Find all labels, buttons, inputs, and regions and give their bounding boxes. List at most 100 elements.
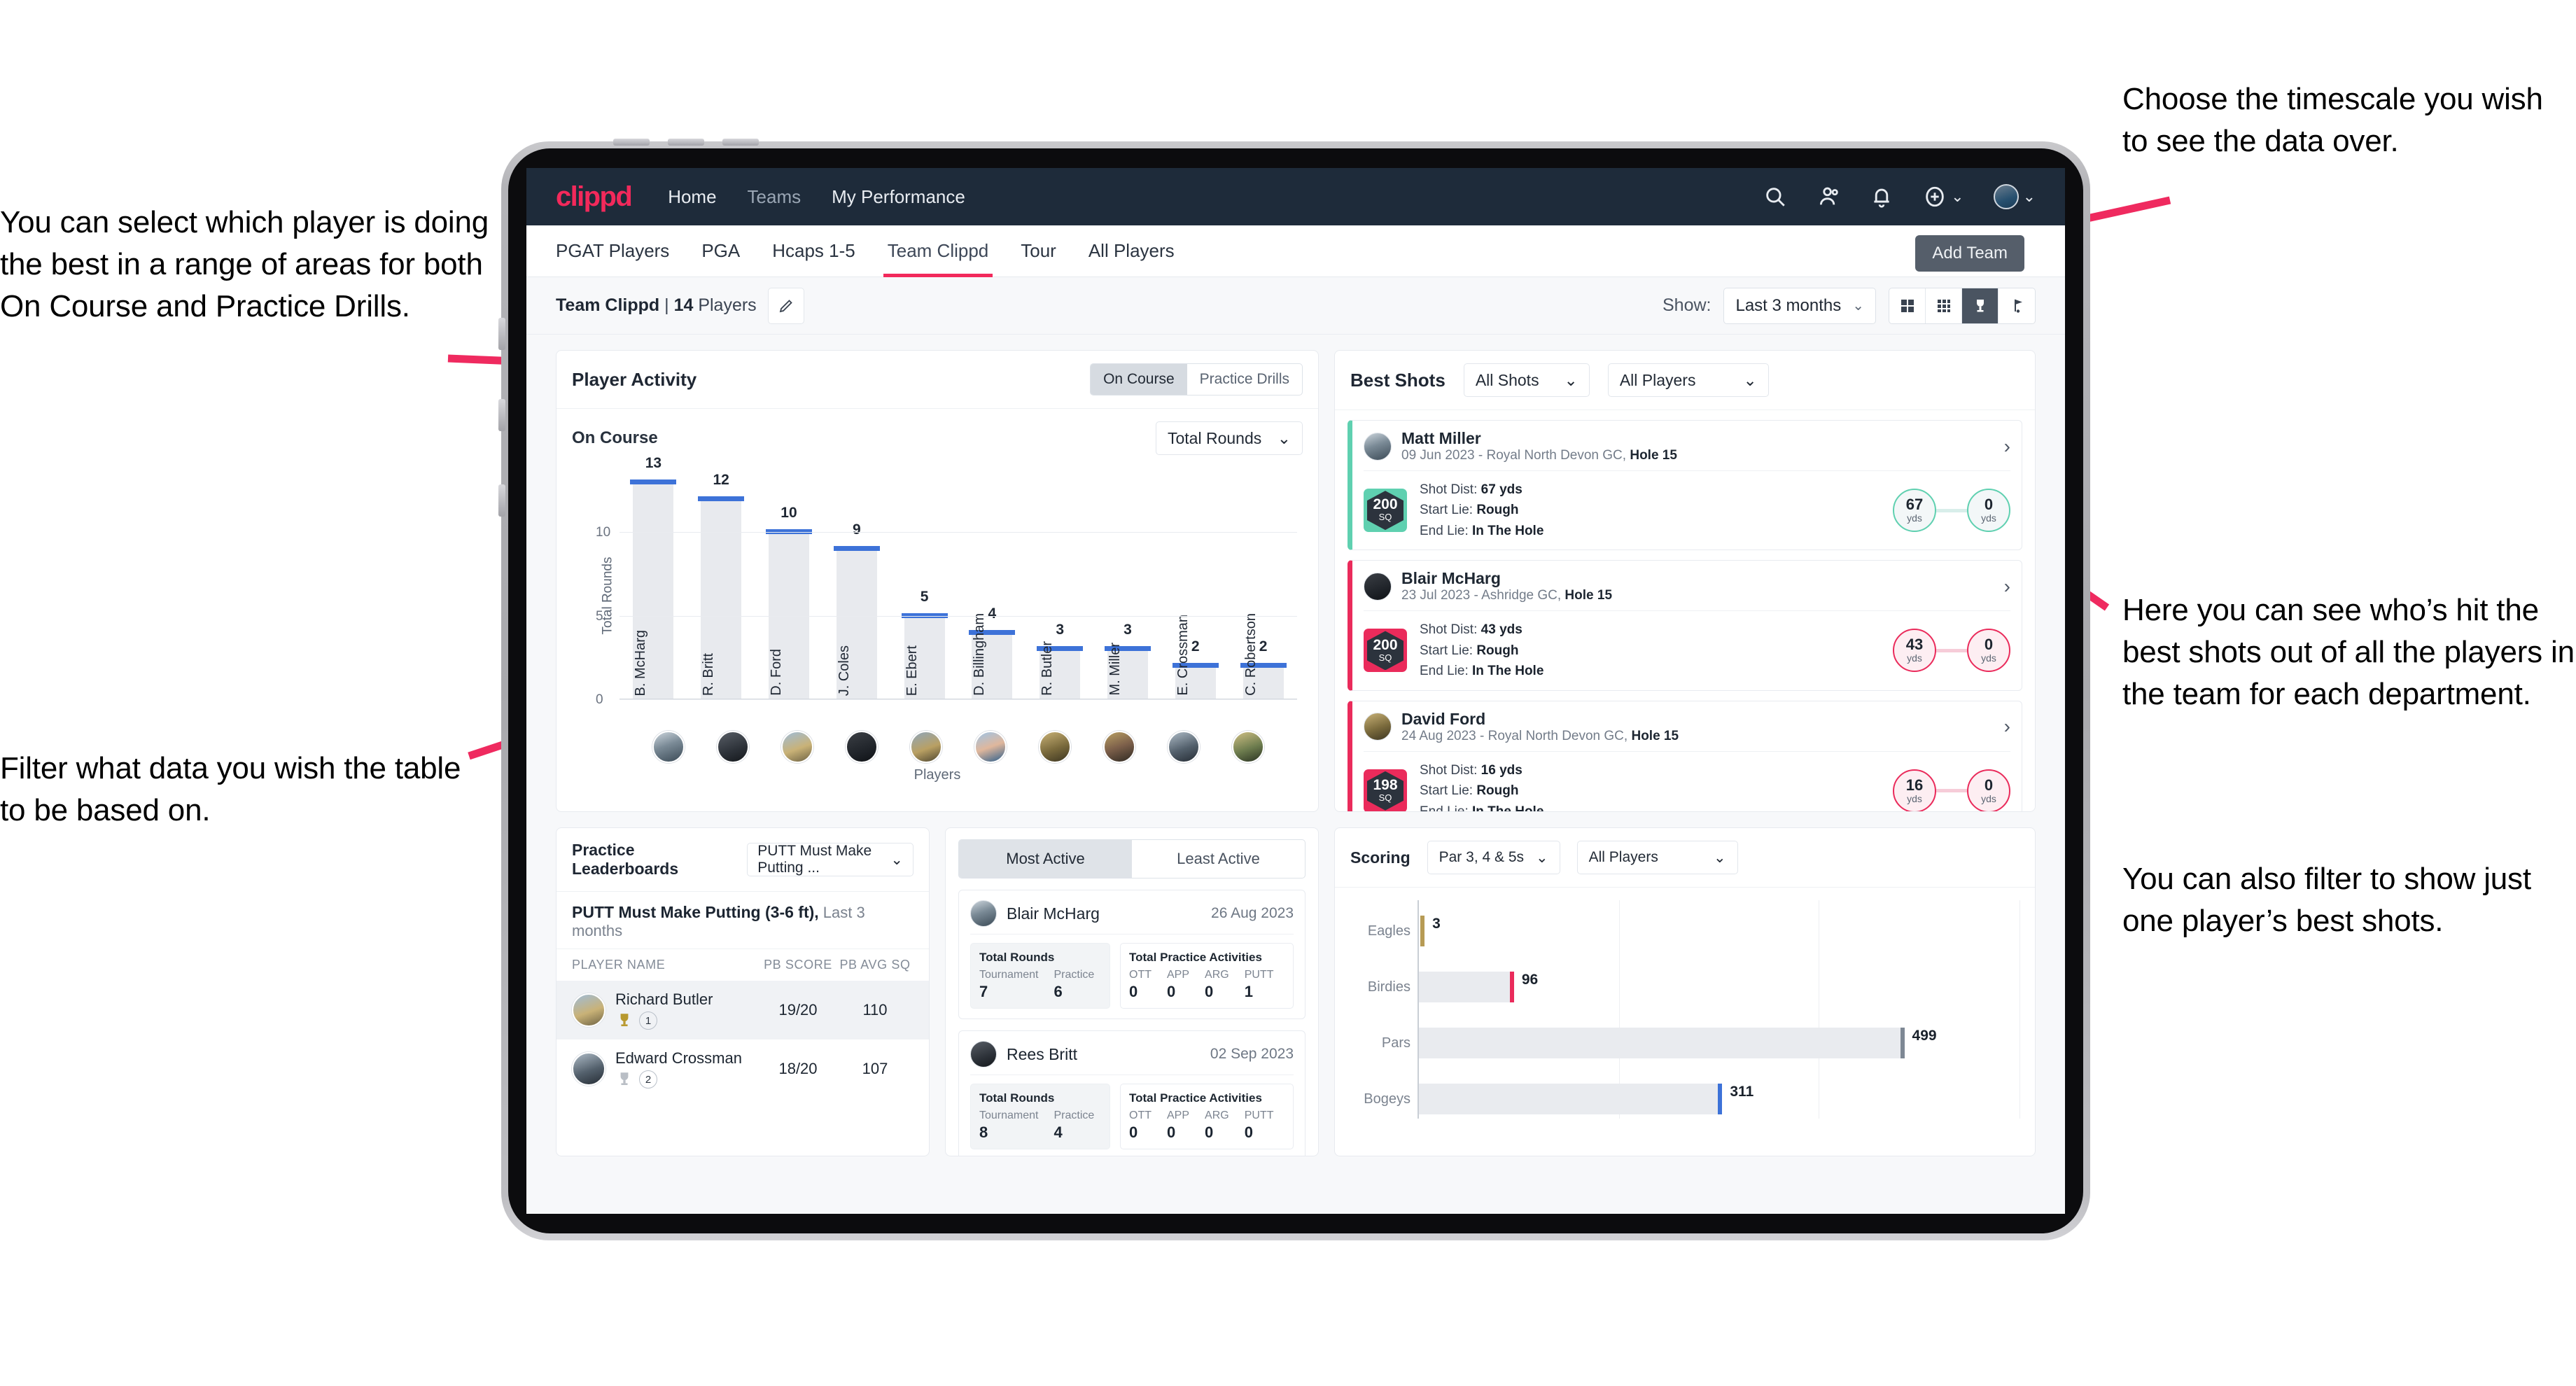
timescale-select[interactable]: Last 3 months ⌄ — [1723, 287, 1876, 324]
rounds-stat-value: 7 — [979, 983, 988, 1000]
best-shot-card[interactable]: Matt Miller 09 Jun 2023 - Royal North Dev… — [1348, 420, 2022, 551]
bar-group[interactable]: 10 D. Ford — [755, 466, 823, 700]
avatar[interactable] — [1993, 184, 2019, 209]
bar-group[interactable]: 2 C. Robertson — [1229, 466, 1297, 700]
bar[interactable]: D. Billingham — [969, 613, 1016, 700]
avatar[interactable] — [974, 731, 1007, 763]
best-shot-card[interactable]: David Ford 24 Aug 2023 - Royal North Devo… — [1348, 700, 2022, 811]
avatar[interactable] — [1232, 731, 1264, 763]
best-shots-shot-filter[interactable]: All Shots ⌄ — [1463, 363, 1590, 397]
view-toggle-group — [1889, 287, 2036, 324]
avatar[interactable] — [572, 993, 606, 1027]
table-row[interactable]: Richard Butler 1 19/20 110 — [556, 981, 929, 1040]
bar[interactable]: R. Butler — [1037, 641, 1084, 700]
bar-group[interactable]: 12 R. Britt — [687, 466, 755, 700]
tab-most-active[interactable]: Most Active — [959, 840, 1132, 878]
profile-menu[interactable]: ⌄ — [1993, 184, 2036, 209]
player-avatar-cell — [636, 731, 701, 763]
drill-select[interactable]: PUTT Must Make Putting ... ⌄ — [747, 843, 913, 876]
search-icon[interactable] — [1763, 185, 1787, 209]
tab-least-active[interactable]: Least Active — [1132, 840, 1305, 878]
avatar[interactable] — [970, 1041, 997, 1068]
scoring-bar-row[interactable]: Pars 499 — [1382, 1028, 2019, 1058]
add-menu[interactable]: ⌄ — [1923, 185, 1964, 209]
tab-all-players[interactable]: All Players — [1088, 225, 1175, 277]
avatar[interactable] — [1364, 713, 1392, 741]
tab-team-clippd[interactable]: Team Clippd — [883, 225, 993, 277]
tab-pgat-players[interactable]: PGAT Players — [556, 225, 669, 277]
bar[interactable]: B. McHarg — [630, 479, 677, 700]
flag-icon[interactable] — [1998, 288, 2035, 323]
bar-group[interactable]: 9 J. Coles — [822, 466, 890, 700]
end-lie-line: End Lie: In The Hole — [1420, 521, 1544, 541]
chevron-right-icon[interactable]: › — [2004, 575, 2010, 598]
scoring-bar-value: 311 — [1730, 1084, 1754, 1100]
scoring-bar-row[interactable]: Bogeys 311 — [1364, 1084, 2019, 1114]
grid-small-icon[interactable] — [1926, 288, 1962, 323]
avatar[interactable] — [572, 1052, 606, 1086]
grid-large-icon[interactable] — [1889, 288, 1926, 323]
nav-link-teams[interactable]: Teams — [748, 186, 802, 208]
avatar[interactable] — [1364, 432, 1392, 461]
bar[interactable]: M. Miller — [1104, 643, 1151, 700]
avatar[interactable] — [910, 731, 942, 763]
bar[interactable]: E. Crossman — [1172, 615, 1219, 700]
avatar[interactable] — [1168, 731, 1200, 763]
nav-link-home[interactable]: Home — [668, 186, 716, 208]
bar-group[interactable]: 3 R. Butler — [1026, 466, 1094, 700]
add-team-button[interactable]: Add Team — [1915, 235, 2024, 272]
player-avatar-cell — [1023, 731, 1087, 763]
list-item[interactable]: Blair McHarg 26 Aug 2023 Total Rounds Tourn… — [958, 890, 1306, 1019]
scoring-chart: Eagles 3 Birdies 96 Pars 499 Bogeys 311 — [1335, 888, 2035, 1119]
scoring-bar-row[interactable]: Birdies 96 — [1368, 972, 2019, 1002]
metric-select[interactable]: Total Rounds ⌄ — [1156, 421, 1303, 455]
scoring-bar-row[interactable]: Eagles 3 — [1368, 916, 2019, 946]
best-shot-card[interactable]: Blair McHarg 23 Jul 2023 - Ashridge GC, H… — [1348, 560, 2022, 691]
avatar[interactable] — [846, 731, 878, 763]
chevron-right-icon[interactable]: › — [2004, 435, 2010, 458]
best-shot-date: 23 Jul 2023 — [1401, 588, 1471, 603]
avatar[interactable] — [1039, 731, 1071, 763]
bar[interactable]: J. Coles — [833, 546, 880, 700]
bar[interactable]: R. Britt — [698, 496, 745, 700]
avatar[interactable] — [781, 731, 813, 763]
segment-on-course[interactable]: On Course — [1091, 364, 1187, 395]
people-icon[interactable] — [1816, 185, 1840, 209]
avatar[interactable] — [970, 900, 997, 927]
bar[interactable]: C. Robertson — [1240, 613, 1287, 700]
bar-group[interactable]: 2 E. Crossman — [1161, 466, 1229, 700]
table-row[interactable]: Edward Crossman 2 18/20 107 — [556, 1040, 929, 1098]
nav-link-my-performance[interactable]: My Performance — [832, 186, 965, 208]
scoring-player-filter[interactable]: All Players ⌄ — [1576, 841, 1738, 874]
scoring-plot: Eagles 3 Birdies 96 Pars 499 Bogeys 311 — [1364, 900, 2020, 1119]
bar[interactable]: D. Ford — [765, 529, 812, 700]
scoring-par-filter[interactable]: Par 3, 4 & 5s ⌄ — [1427, 841, 1560, 874]
bar-group[interactable]: 4 D. Billingham — [958, 466, 1026, 700]
bell-icon[interactable] — [1870, 185, 1893, 209]
segment-practice-drills[interactable]: Practice Drills — [1187, 364, 1302, 395]
brand-logo[interactable]: clippd — [556, 181, 633, 213]
avatar[interactable] — [1103, 731, 1135, 763]
tab-tour[interactable]: Tour — [1021, 225, 1056, 277]
annotation-left-top: You can select which player is doing the… — [0, 205, 489, 323]
annotation-right-bottom: You can also filter to show just one pla… — [2122, 862, 2531, 938]
avatar[interactable] — [652, 731, 685, 763]
edit-team-button[interactable] — [767, 287, 804, 324]
x-axis-label: Players — [913, 767, 961, 783]
bar-group[interactable]: 5 E. Ebert — [890, 466, 958, 700]
timescale-value: Last 3 months — [1735, 295, 1842, 315]
bar-group[interactable]: 13 B. McHarg — [620, 455, 687, 700]
list-item[interactable]: Rees Britt 02 Sep 2023 Total Rounds Tournam… — [958, 1030, 1306, 1156]
tab-pga[interactable]: PGA — [701, 225, 740, 277]
plus-circle-icon[interactable] — [1923, 185, 1947, 209]
trophy-icon[interactable] — [1962, 288, 1998, 323]
avatar[interactable] — [1364, 572, 1392, 601]
bar-group[interactable]: 3 M. Miller — [1094, 466, 1162, 700]
best-shots-player-filter[interactable]: All Players ⌄ — [1607, 363, 1769, 397]
primary-nav: Home Teams My Performance — [668, 186, 965, 208]
chevron-right-icon[interactable]: › — [2004, 715, 2010, 738]
avatar[interactable] — [717, 731, 749, 763]
bar[interactable]: E. Ebert — [901, 612, 948, 700]
tab-hcaps-1-5[interactable]: Hcaps 1-5 — [772, 225, 855, 277]
y-axis-tick: 10 — [596, 525, 611, 540]
